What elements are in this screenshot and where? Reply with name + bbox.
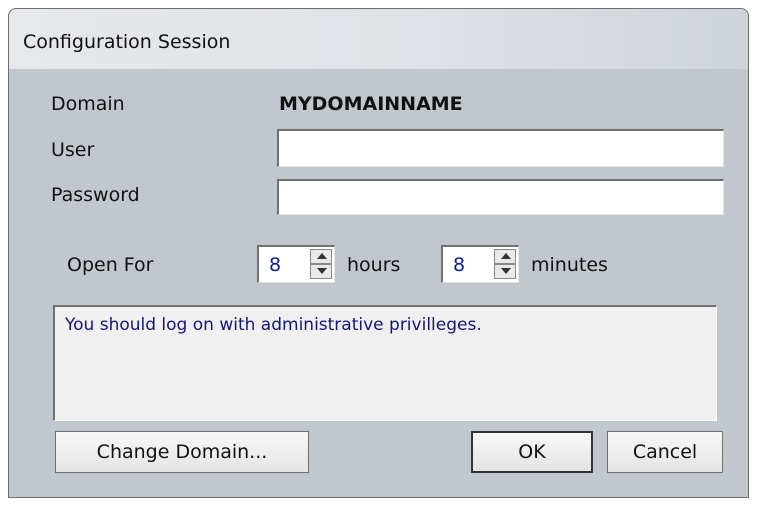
hours-value: 8 — [269, 254, 282, 276]
hours-down-button[interactable] — [310, 264, 332, 279]
info-message-text: You should log on with administrative pr… — [65, 315, 482, 335]
chevron-up-icon — [317, 253, 327, 259]
hours-label: hours — [347, 254, 401, 276]
change-domain-button[interactable]: Change Domain... — [55, 431, 309, 473]
password-input[interactable] — [277, 179, 724, 215]
minutes-spinner[interactable]: 8 — [441, 245, 519, 283]
cancel-button[interactable]: Cancel — [607, 431, 723, 473]
minutes-spin-buttons — [494, 249, 516, 279]
user-label: User — [51, 139, 95, 161]
title-bar[interactable]: Configuration Session — [9, 9, 748, 69]
open-for-label: Open For — [67, 254, 154, 276]
chevron-down-icon — [501, 268, 511, 274]
hours-spin-buttons — [310, 249, 332, 279]
chevron-up-icon — [501, 253, 511, 259]
minutes-down-button[interactable] — [494, 264, 516, 279]
minutes-up-button[interactable] — [494, 249, 516, 264]
password-label: Password — [51, 184, 140, 206]
user-input[interactable] — [277, 129, 724, 167]
minutes-label: minutes — [531, 254, 608, 276]
domain-label: Domain — [51, 93, 125, 115]
hours-up-button[interactable] — [310, 249, 332, 264]
configuration-session-dialog: Configuration Session Domain MYDOMAINNAM… — [8, 8, 749, 498]
window-title: Configuration Session — [23, 31, 231, 53]
domain-value: MYDOMAINNAME — [279, 93, 463, 115]
minutes-value: 8 — [453, 254, 466, 276]
chevron-down-icon — [317, 268, 327, 274]
hours-spinner[interactable]: 8 — [257, 245, 335, 283]
ok-button[interactable]: OK — [471, 431, 593, 473]
info-message-box: You should log on with administrative pr… — [53, 305, 717, 421]
